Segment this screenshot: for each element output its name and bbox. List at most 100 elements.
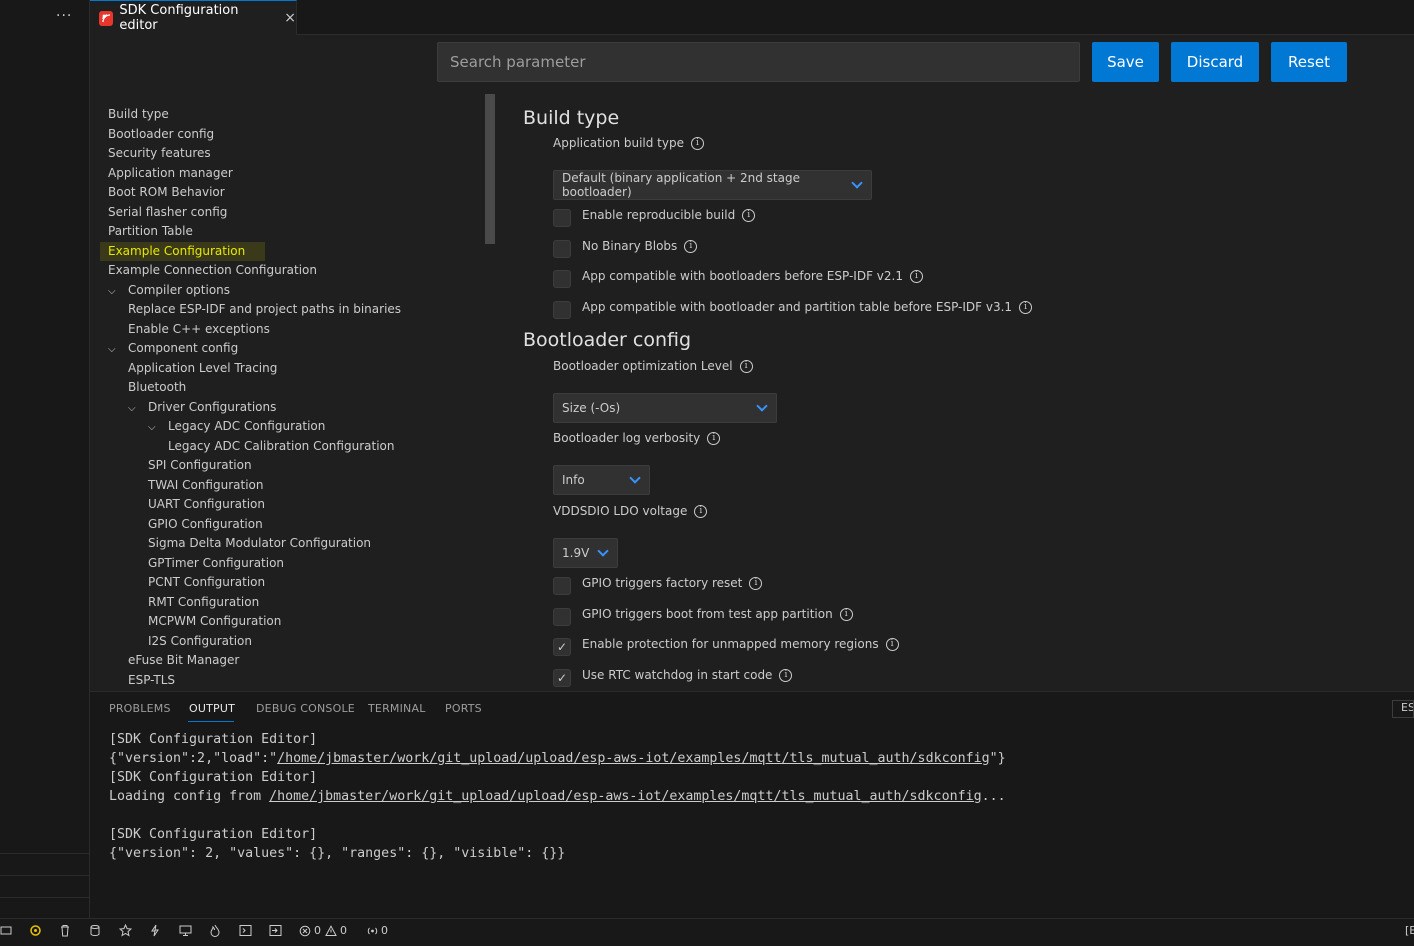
tree-item-uart[interactable]: UART Configuration (148, 495, 265, 514)
info-icon[interactable]: i (707, 431, 721, 445)
checkbox-rtc-watchdog[interactable]: ✓ (553, 669, 571, 687)
tree-item-efuse[interactable]: eFuse Bit Manager (128, 651, 239, 670)
gear-icon[interactable] (29, 924, 42, 940)
tree-item-mcpwm[interactable]: MCPWM Configuration (148, 612, 281, 631)
tree-item-component-config[interactable]: ⌵ Component config (108, 339, 238, 358)
database-icon[interactable] (89, 924, 101, 940)
warning-count: 0 (340, 924, 347, 937)
info-icon[interactable]: i (885, 637, 899, 651)
more-actions-icon[interactable]: ··· (56, 8, 72, 24)
sign-in-icon[interactable] (269, 924, 282, 940)
folder-icon[interactable] (0, 924, 12, 939)
checkbox-reproducible-build[interactable] (553, 209, 571, 227)
flash-icon[interactable] (149, 924, 161, 940)
chevron-down-icon (756, 400, 768, 412)
tree-item-driver-configurations[interactable]: ⌵ Driver Configurations (128, 398, 276, 417)
tree-item-pcnt[interactable]: PCNT Configuration (148, 573, 265, 592)
select-bootloader-opt-level[interactable]: Size (-Os) (553, 393, 777, 423)
checkbox-test-app-boot[interactable] (553, 608, 571, 626)
error-count: 0 (314, 924, 321, 937)
tree-item-application-manager[interactable]: Application manager (108, 164, 233, 183)
chevron-down-icon (629, 472, 641, 484)
tab-debug-console[interactable]: DEBUG CONSOLE (256, 702, 355, 715)
tree-item-rmt[interactable]: RMT Configuration (148, 593, 259, 612)
tree-item-bluetooth[interactable]: Bluetooth (128, 378, 186, 397)
info-icon[interactable]: i (739, 359, 753, 373)
tab-title: SDK Configuration editor (119, 3, 239, 33)
search-input[interactable] (437, 42, 1080, 82)
select-vddsdio-voltage[interactable]: 1.9V (553, 538, 618, 568)
tree-item-esp-tls[interactable]: ESP-TLS (128, 671, 175, 685)
tree-item-example-configuration[interactable]: Example Configuration (100, 241, 266, 261)
checkbox-compat-v21[interactable] (553, 270, 571, 288)
section-title-build-type: Build type (523, 107, 620, 129)
info-icon[interactable]: i (909, 269, 923, 283)
tree-scrollbar[interactable] (485, 94, 495, 244)
tree-item-boot-rom-behavior[interactable]: Boot ROM Behavior (108, 183, 225, 202)
tree-item-compiler-options[interactable]: ⌵ Compiler options (108, 281, 230, 300)
terminal-icon[interactable] (239, 924, 252, 940)
tab-output[interactable]: OUTPUT (189, 702, 235, 715)
info-icon[interactable]: i (1019, 300, 1033, 314)
info-icon[interactable]: i (684, 239, 698, 253)
info-icon[interactable]: i (694, 504, 708, 518)
tree-item-legacy-adc-calibration[interactable]: Legacy ADC Calibration Configuration (168, 437, 394, 456)
discard-button[interactable]: Discard (1171, 42, 1259, 82)
checkbox-compat-v31[interactable] (553, 301, 571, 319)
checkbox-factory-reset[interactable] (553, 577, 571, 595)
close-icon[interactable]: × (284, 10, 296, 26)
checkbox-no-binary-blobs[interactable] (553, 240, 571, 258)
divider (0, 897, 89, 898)
tree-item-build-type[interactable]: Build type (108, 105, 169, 124)
file-link[interactable]: /home/jbmaster/work/git_upload/upload/es… (269, 789, 981, 804)
param-compat-v31: App compatible with bootloader and parti… (582, 300, 1033, 314)
tree-item-app-level-tracing[interactable]: Application Level Tracing (128, 359, 277, 378)
bottom-panel: PROBLEMS OUTPUT DEBUG CONSOLE TERMINAL P… (90, 691, 1414, 918)
tree-item-twai[interactable]: TWAI Configuration (148, 476, 263, 495)
star-icon[interactable] (118, 923, 133, 940)
chevron-down-icon (597, 545, 609, 557)
tab-problems[interactable]: PROBLEMS (109, 702, 171, 715)
tab-terminal[interactable]: TERMINAL (368, 702, 426, 715)
tree-item-cpp-exceptions[interactable]: Enable C++ exceptions (128, 320, 270, 339)
select-bootloader-log-verbosity[interactable]: Info (553, 465, 650, 495)
problems-indicator[interactable]: 0 0 (299, 924, 347, 937)
tab-ports[interactable]: PORTS (445, 702, 482, 715)
tree-item-serial-flasher-config[interactable]: Serial flasher config (108, 203, 227, 222)
info-icon[interactable]: i (839, 607, 853, 621)
info-icon[interactable]: i (691, 136, 704, 150)
file-link[interactable]: /home/jbmaster/work/git_upload/upload/es… (277, 751, 989, 766)
param-rtc-watchdog: Use RTC watchdog in start code i (582, 668, 793, 682)
sdk-config-editor: Save Discard Reset Build type Bootloader… (90, 35, 1414, 691)
ports-count: 0 (381, 924, 388, 937)
status-right-item[interactable]: [E (1405, 924, 1414, 937)
reset-button[interactable]: Reset (1271, 42, 1347, 82)
tree-item-partition-table[interactable]: Partition Table (108, 222, 193, 241)
tree-item-sigma-delta[interactable]: Sigma Delta Modulator Configuration (148, 534, 371, 553)
trash-icon[interactable] (59, 924, 71, 940)
flame-icon[interactable] (209, 924, 221, 940)
monitor-icon[interactable] (179, 924, 192, 940)
info-icon[interactable]: i (742, 208, 756, 222)
tree-item-security-features[interactable]: Security features (108, 144, 211, 163)
select-app-build-type[interactable]: Default (binary application + 2nd stage … (553, 170, 872, 200)
tree-item-replace-paths[interactable]: Replace ESP-IDF and project paths in bin… (128, 300, 401, 319)
save-button[interactable]: Save (1092, 42, 1159, 82)
tab-sdk-configuration-editor[interactable]: SDK Configuration editor × (90, 0, 297, 35)
tree-item-i2s[interactable]: I2S Configuration (148, 632, 252, 651)
chevron-down-icon: ⌵ (128, 402, 136, 414)
info-icon[interactable]: i (749, 576, 763, 590)
checkbox-unmapped-protection[interactable]: ✓ (553, 638, 571, 656)
tree-item-example-connection-configuration[interactable]: Example Connection Configuration (108, 261, 317, 280)
param-bootloader-log-verbosity: Bootloader log verbosity i (553, 431, 721, 445)
tree-item-gptimer[interactable]: GPTimer Configuration (148, 554, 284, 573)
ports-indicator[interactable]: 0 (366, 924, 388, 937)
info-icon[interactable]: i (779, 668, 793, 682)
tree-item-gpio[interactable]: GPIO Configuration (148, 515, 263, 534)
chevron-down-icon: ⌵ (108, 344, 116, 355)
param-no-binary-blobs: No Binary Blobs i (582, 239, 698, 253)
output-channel-select[interactable]: ES (1392, 700, 1414, 718)
tree-item-spi[interactable]: SPI Configuration (148, 456, 252, 475)
tree-item-bootloader-config[interactable]: Bootloader config (108, 125, 214, 144)
tree-item-legacy-adc[interactable]: ⌵ Legacy ADC Configuration (148, 417, 325, 436)
